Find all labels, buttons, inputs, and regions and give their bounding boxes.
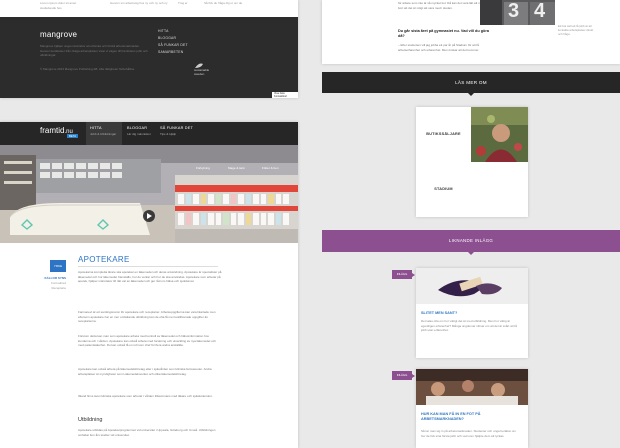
tab-hitta[interactable]: HITTA Jobb & Utbildningar xyxy=(86,122,122,145)
side-link[interactable]: KÄLLOR SYNS xyxy=(40,276,66,280)
article-paragraph: Förutom detta kan man som apotekare arbe… xyxy=(78,334,216,348)
related-post-image xyxy=(416,268,528,304)
related-post-title[interactable]: SLITET MEN SANT? xyxy=(421,311,521,316)
article-paragraph: Apotekare kan också arbeta på läkemedels… xyxy=(78,367,212,376)
side-link[interactable]: Formalized xyxy=(40,281,66,285)
interview-paragraph: – Efter studenten vill jag jobba ett par… xyxy=(398,43,480,52)
related-post-image xyxy=(416,369,528,405)
footer-about-text: Mangrove hjälper unga människor att utfo… xyxy=(40,44,148,57)
photo-digit: 4 xyxy=(534,0,546,22)
sustainable-sweden-badge[interactable]: sustainable sweden xyxy=(194,63,210,75)
footer-nav-hitta[interactable]: HITTA xyxy=(158,29,169,33)
category-tag-yrke[interactable]: YRKE xyxy=(50,260,66,272)
title-divider xyxy=(78,266,218,267)
article-paragraph: Farmacevt är ett samlingsnamn för apotek… xyxy=(78,310,216,324)
hero-sign: Mage & tarm xyxy=(228,166,246,170)
footer-nav-bloggar[interactable]: BLOGGAR xyxy=(158,36,176,40)
pharmacy-photo xyxy=(0,145,298,243)
interview-panel: för arbete som inte är så mycket kul. Då… xyxy=(322,0,620,64)
header-pointer xyxy=(466,250,476,255)
photo-digit: 3 xyxy=(508,0,520,22)
butiksseljare-photo[interactable] xyxy=(471,107,528,162)
strip-text: Så fick du fråga dig ut om de xyxy=(204,1,243,5)
category-tag-inlagg[interactable]: INLÄGG xyxy=(392,371,415,380)
related-post-excerpt: Så tar man sig in på arbetsmarknaden. St… xyxy=(421,429,516,438)
footer-copyright: © Mangrove 2013 Mangrove Publishing AB. … xyxy=(40,67,135,71)
footer-nav-sa-funkar-det[interactable]: SÅ FUNKAR DET xyxy=(158,43,188,47)
mini-button[interactable]: Visa hela Kontaktkort xyxy=(272,92,298,98)
related-post-title[interactable]: HUR KAN MAN FÅ IN EN FOT PÅ ARBETSMARKNA… xyxy=(421,412,521,422)
section-heading-utbildning: Utbildning xyxy=(78,417,103,423)
apotekare-article-panel: framtid.nu BETA HITTA Jobb & Utbildninga… xyxy=(0,122,298,448)
mangrove-footer-panel: Lorem ipsum dolor sit amet studiebesök h… xyxy=(0,0,298,98)
interview-photo: 3 4 xyxy=(480,0,555,25)
article-paragraph: Apotekare utbildas på Apotekarprogrammet… xyxy=(78,428,216,437)
tab-sa-funkar-det[interactable]: SÅ FUNKAR DET Tips & Hjälp xyxy=(156,122,204,145)
photo-caption: Ett bra sätt att få jobb är att kontakta… xyxy=(558,24,594,36)
mangrove-logo[interactable]: mangrove xyxy=(40,30,77,39)
side-link[interactable]: Receptarie xyxy=(40,286,66,290)
beta-badge: BETA xyxy=(67,134,79,138)
hero-video-pharmacy[interactable]: Förkylning Mage & tarm Fötter & ben xyxy=(0,145,298,243)
related-post-card[interactable]: SLITET MEN SANT? Det talas ofta om hur v… xyxy=(416,268,528,358)
read-more-stadium[interactable]: STADIUM xyxy=(416,187,471,191)
interview-question: Du går sista året på gymnasiet nu. Vad v… xyxy=(398,29,489,38)
read-more-box: BUTIKSSÄLJARE STADIUM xyxy=(416,107,528,217)
strip-text: studiebesök hos xyxy=(40,6,62,10)
read-more-butiksseljare[interactable]: BUTIKSSÄLJARE xyxy=(416,132,471,136)
strip-text: Trog er xyxy=(178,1,188,5)
hero-sign: Fötter & ben xyxy=(262,166,279,170)
article-title: APOTEKARE xyxy=(78,255,130,264)
previous-content-strip: Lorem ipsum dolor sit amet studiebesök h… xyxy=(0,0,298,17)
las-mer-om-header: LÄS MER OM xyxy=(322,72,620,93)
tab-bloggar[interactable]: BLOGGAR Lär dig människor xyxy=(123,122,155,145)
article-paragraph: Apotekarna kompletta lärare ska apotekar… xyxy=(78,270,222,284)
strip-text: Genom sin arbetsväg hos ny och ny och ny xyxy=(110,1,168,5)
article-paragraph: Ibland finns även kliniska apotekare som… xyxy=(78,394,213,398)
related-post-excerpt: Det talas ofta om hur viktigt det är med… xyxy=(421,319,517,333)
header-pointer xyxy=(466,91,476,96)
liknande-inlagg-header: LIKNANDE INLÄGG xyxy=(322,230,620,252)
related-post-card[interactable]: HUR KAN MAN FÅ IN EN FOT PÅ ARBETSMARKNA… xyxy=(416,369,528,448)
category-tag-inlagg[interactable]: INLÄGG xyxy=(392,270,415,279)
hero-sign: Förkylning xyxy=(196,166,210,170)
footer-nav-samarbeten[interactable]: SAMARBETEN xyxy=(158,50,183,54)
